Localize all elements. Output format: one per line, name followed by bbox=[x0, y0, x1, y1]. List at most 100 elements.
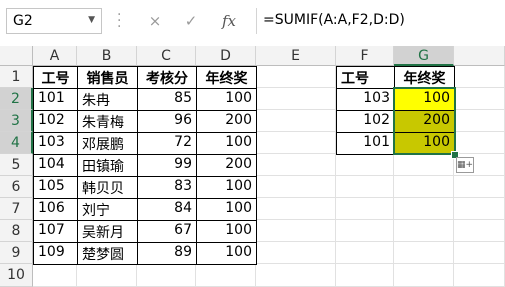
empty-cell[interactable] bbox=[256, 264, 336, 287]
empty-cell[interactable] bbox=[196, 264, 256, 287]
chevron-down-icon[interactable]: ▼ bbox=[88, 15, 95, 25]
column-header-f[interactable]: F bbox=[336, 46, 394, 66]
empty-cell[interactable] bbox=[454, 66, 505, 88]
empty-cell[interactable] bbox=[256, 154, 336, 176]
enter-icon[interactable]: ✓ bbox=[176, 8, 206, 34]
table-cell[interactable]: 200 bbox=[196, 110, 257, 133]
empty-cell[interactable] bbox=[256, 242, 336, 264]
table-cell[interactable]: 103 bbox=[33, 132, 78, 155]
table-cell[interactable]: 102 bbox=[33, 110, 78, 133]
table-cell[interactable]: 朱青梅 bbox=[77, 110, 138, 133]
empty-cell[interactable] bbox=[394, 220, 454, 242]
cancel-icon[interactable]: × bbox=[140, 8, 170, 34]
empty-cell[interactable] bbox=[454, 220, 505, 242]
empty-cell[interactable] bbox=[454, 264, 505, 287]
empty-cell[interactable] bbox=[336, 154, 394, 176]
table-header[interactable]: 年终奖 bbox=[196, 66, 257, 89]
table-cell[interactable]: 田镇瑜 bbox=[77, 154, 138, 177]
empty-cell[interactable] bbox=[33, 264, 77, 287]
table-cell[interactable]: 楚梦圆 bbox=[77, 242, 138, 265]
table-cell[interactable]: 100 bbox=[196, 176, 257, 199]
empty-cell[interactable] bbox=[336, 264, 394, 287]
row-header-3[interactable]: 3 bbox=[0, 110, 33, 132]
table-cell[interactable]: 83 bbox=[137, 176, 197, 199]
column-header-g[interactable]: G bbox=[394, 46, 454, 66]
empty-cell[interactable] bbox=[394, 154, 454, 176]
table-cell[interactable]: 100 bbox=[196, 242, 257, 265]
table-cell-selected[interactable]: 200 bbox=[394, 110, 455, 133]
table-cell[interactable]: 102 bbox=[336, 110, 395, 133]
table-header[interactable]: 工号 bbox=[336, 66, 395, 89]
table-cell[interactable]: 96 bbox=[137, 110, 197, 133]
empty-cell[interactable] bbox=[256, 110, 336, 132]
empty-cell[interactable] bbox=[256, 88, 336, 110]
empty-cell[interactable] bbox=[394, 198, 454, 220]
select-all-corner[interactable] bbox=[0, 46, 33, 66]
empty-cell[interactable] bbox=[454, 198, 505, 220]
resize-handle-icon[interactable]: · · · bbox=[117, 8, 121, 34]
quick-analysis-icon[interactable]: ▦+ bbox=[456, 157, 474, 173]
column-header-d[interactable]: D bbox=[196, 46, 256, 66]
table-cell[interactable]: 85 bbox=[137, 88, 197, 111]
empty-cell[interactable] bbox=[137, 264, 196, 287]
table-cell[interactable]: 99 bbox=[137, 154, 197, 177]
table-cell[interactable]: 72 bbox=[137, 132, 197, 155]
empty-cell[interactable] bbox=[256, 66, 336, 88]
table-cell[interactable]: 109 bbox=[33, 242, 78, 265]
empty-cell[interactable] bbox=[454, 88, 505, 110]
empty-cell[interactable] bbox=[336, 220, 394, 242]
table-cell[interactable]: 吴新月 bbox=[77, 220, 138, 243]
table-cell[interactable]: 刘宁 bbox=[77, 198, 138, 221]
table-cell[interactable]: 107 bbox=[33, 220, 78, 243]
column-header-c[interactable]: C bbox=[137, 46, 196, 66]
table-cell[interactable]: 101 bbox=[336, 132, 395, 155]
table-header[interactable]: 销售员 bbox=[77, 66, 138, 89]
column-header-e[interactable]: E bbox=[256, 46, 336, 66]
insert-function-button[interactable]: fx bbox=[214, 8, 244, 34]
table-cell-selected[interactable]: 100 bbox=[394, 132, 455, 155]
empty-cell[interactable] bbox=[77, 264, 137, 287]
empty-cell[interactable] bbox=[336, 242, 394, 264]
empty-cell[interactable] bbox=[394, 264, 454, 287]
table-cell[interactable]: 100 bbox=[196, 198, 257, 221]
table-header[interactable]: 考核分 bbox=[137, 66, 197, 89]
empty-cell[interactable] bbox=[256, 132, 336, 154]
empty-cell[interactable] bbox=[336, 198, 394, 220]
table-cell[interactable]: 106 bbox=[33, 198, 78, 221]
row-header-6[interactable]: 6 bbox=[0, 176, 33, 198]
column-header-h[interactable] bbox=[454, 46, 505, 66]
row-header-2[interactable]: 2 bbox=[0, 88, 33, 110]
table-cell[interactable]: 100 bbox=[196, 220, 257, 243]
empty-cell[interactable] bbox=[454, 242, 505, 264]
row-header-9[interactable]: 9 bbox=[0, 242, 33, 264]
empty-cell[interactable] bbox=[256, 176, 336, 198]
table-header[interactable]: 年终奖 bbox=[394, 66, 455, 89]
column-header-b[interactable]: B bbox=[77, 46, 137, 66]
table-cell[interactable]: 韩贝贝 bbox=[77, 176, 138, 199]
table-cell[interactable]: 100 bbox=[196, 88, 257, 111]
row-header-8[interactable]: 8 bbox=[0, 220, 33, 242]
table-cell[interactable]: 67 bbox=[137, 220, 197, 243]
table-cell[interactable]: 103 bbox=[336, 88, 395, 111]
table-cell-active[interactable]: 100 bbox=[394, 88, 455, 111]
table-cell[interactable]: 邓展鹏 bbox=[77, 132, 138, 155]
table-cell[interactable]: 104 bbox=[33, 154, 78, 177]
row-header-1[interactable]: 1 bbox=[0, 66, 33, 88]
table-cell[interactable]: 84 bbox=[137, 198, 197, 221]
empty-cell[interactable] bbox=[454, 176, 505, 198]
row-header-7[interactable]: 7 bbox=[0, 198, 33, 220]
table-cell[interactable]: 89 bbox=[137, 242, 197, 265]
table-cell[interactable]: 105 bbox=[33, 176, 78, 199]
empty-cell[interactable] bbox=[336, 176, 394, 198]
table-cell[interactable]: 100 bbox=[196, 132, 257, 155]
table-cell[interactable]: 朱冉 bbox=[77, 88, 138, 111]
row-header-4[interactable]: 4 bbox=[0, 132, 33, 154]
name-box[interactable]: G2 ▼ bbox=[6, 8, 102, 34]
column-header-a[interactable]: A bbox=[33, 46, 77, 66]
row-header-10[interactable]: 10 bbox=[0, 264, 33, 287]
empty-cell[interactable] bbox=[454, 110, 505, 132]
table-cell[interactable]: 200 bbox=[196, 154, 257, 177]
empty-cell[interactable] bbox=[394, 176, 454, 198]
empty-cell[interactable] bbox=[394, 242, 454, 264]
empty-cell[interactable] bbox=[454, 132, 505, 154]
